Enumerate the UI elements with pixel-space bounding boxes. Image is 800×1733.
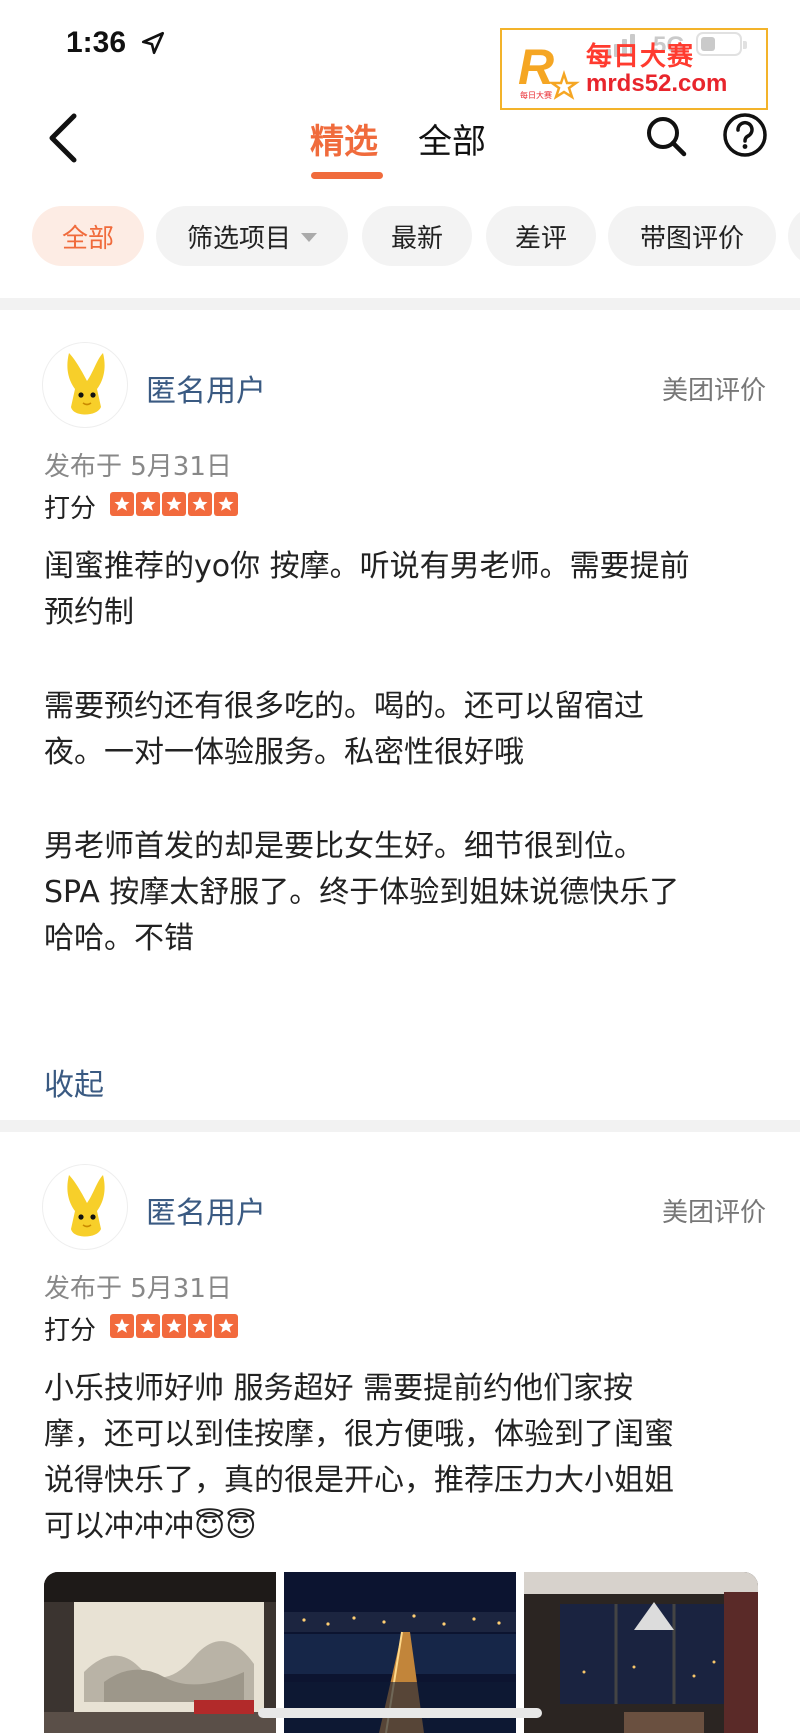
status-time: 1:36 xyxy=(66,26,127,59)
review-card: 匿名用户 美团评价 发布于 5月31日 打分 闺蜜推荐的yo你 按摩。听说有男老… xyxy=(0,310,800,1118)
filter-chip-negative[interactable]: 差评 xyxy=(486,206,596,266)
filter-chip-with-photos[interactable]: 带图评价 xyxy=(608,206,776,266)
filter-chip-all[interactable]: 全部 xyxy=(32,206,144,266)
score-label: 打分 xyxy=(44,1316,97,1346)
svg-text:R: R xyxy=(518,39,554,95)
review-text-line: SPA 按摩太舒服了。终于体验到姐妹说德快乐了 xyxy=(44,875,680,910)
score-label: 打分 xyxy=(44,494,97,524)
filter-chip-project[interactable]: 筛选项目 xyxy=(156,206,348,266)
review-text-line: 摩，还可以到佳按摩，很方便哦，体验到了闺蜜 xyxy=(44,1417,674,1452)
caret-down-icon xyxy=(301,232,317,242)
filter-chip-more[interactable] xyxy=(788,206,800,266)
review-text-line: 夜。一对一体验服务。私密性很好哦 xyxy=(44,735,524,770)
review-text-line: 闺蜜推荐的yo你 按摩。听说有男老师。需要提前 xyxy=(44,549,690,584)
review-text-line: 需要预约还有很多吃的。喝的。还可以留宿过 xyxy=(44,689,644,724)
mascot-avatar-icon xyxy=(67,353,105,415)
star-icon xyxy=(110,492,134,516)
review-text-line: 预约制 xyxy=(44,595,134,630)
star-icon xyxy=(188,1314,212,1338)
search-icon[interactable] xyxy=(644,114,688,158)
watermark-title: 每日大赛 xyxy=(586,41,695,71)
window-view-room-photo[interactable] xyxy=(524,1572,758,1733)
star-icon xyxy=(214,1314,238,1338)
mascot-avatar-icon xyxy=(67,1175,105,1237)
review-text-line: 男老师首发的却是要比女生好。细节很到位。 xyxy=(44,829,644,864)
back-chevron-icon[interactable] xyxy=(44,110,84,166)
help-icon[interactable] xyxy=(722,112,768,158)
filter-chip-row: 全部 筛选项目 最新 差评 带图评价 xyxy=(0,206,800,270)
review-text-line: 小乐技师好帅 服务超好 需要提前约他们家按 xyxy=(44,1371,634,1406)
section-divider xyxy=(0,1120,800,1132)
star-icon xyxy=(162,492,186,516)
review-paragraph: 闺蜜推荐的yo你 按摩。听说有男老师。需要提前 预约制 xyxy=(44,544,764,636)
filter-chip-label: 最新 xyxy=(390,223,443,254)
avatar[interactable] xyxy=(42,1164,128,1250)
star-rating xyxy=(110,492,238,516)
star-icon xyxy=(188,492,212,516)
star-icon xyxy=(214,492,238,516)
review-paragraph: 小乐技师好帅 服务超好 需要提前约他们家按 摩，还可以到佳按摩，很方便哦，体验到… xyxy=(44,1366,764,1550)
review-source: 美团评价 xyxy=(661,1198,766,1228)
tab-active-indicator xyxy=(311,172,383,179)
review-paragraph: 需要预约还有很多吃的。喝的。还可以留宿过 夜。一对一体验服务。私密性很好哦 xyxy=(44,684,764,776)
avatar[interactable] xyxy=(42,342,128,428)
tab-all[interactable]: 全部 xyxy=(418,114,486,163)
filter-chip-latest[interactable]: 最新 xyxy=(362,206,472,266)
filter-chip-label: 差评 xyxy=(514,223,567,254)
filter-chip-label: 筛选项目 xyxy=(186,223,291,254)
review-source: 美团评价 xyxy=(661,376,766,406)
star-icon xyxy=(110,1314,134,1338)
review-date: 发布于 5月31日 xyxy=(44,1274,232,1304)
star-icon xyxy=(162,1314,186,1338)
section-divider xyxy=(0,298,800,310)
hotel-room-photo[interactable] xyxy=(44,1572,276,1733)
reviewer-name[interactable]: 匿名用户 xyxy=(146,366,266,410)
nav-bar: 精选 全部 xyxy=(0,92,800,188)
review-date: 发布于 5月31日 xyxy=(44,452,232,482)
location-arrow-icon xyxy=(141,31,165,55)
filter-chip-label: 带图评价 xyxy=(639,223,744,254)
review-text-line: 哈哈。不错 xyxy=(44,921,194,956)
tab-featured[interactable]: 精选 xyxy=(310,114,378,163)
review-paragraph: 男老师首发的却是要比女生好。细节很到位。 SPA 按摩太舒服了。终于体验到姐妹说… xyxy=(44,824,764,962)
star-icon xyxy=(136,1314,160,1338)
star-icon xyxy=(136,492,160,516)
filter-chip-label: 全部 xyxy=(61,223,114,254)
home-indicator xyxy=(258,1708,542,1718)
review-text-line: 说得快乐了，真的很是开心，推荐压力大小姐姐 xyxy=(44,1463,674,1498)
star-rating xyxy=(110,1314,238,1338)
reviewer-name[interactable]: 匿名用户 xyxy=(146,1188,266,1232)
review-text-line: 可以冲冲冲😇😇 xyxy=(44,1509,257,1544)
collapse-link[interactable]: 收起 xyxy=(44,1060,104,1104)
